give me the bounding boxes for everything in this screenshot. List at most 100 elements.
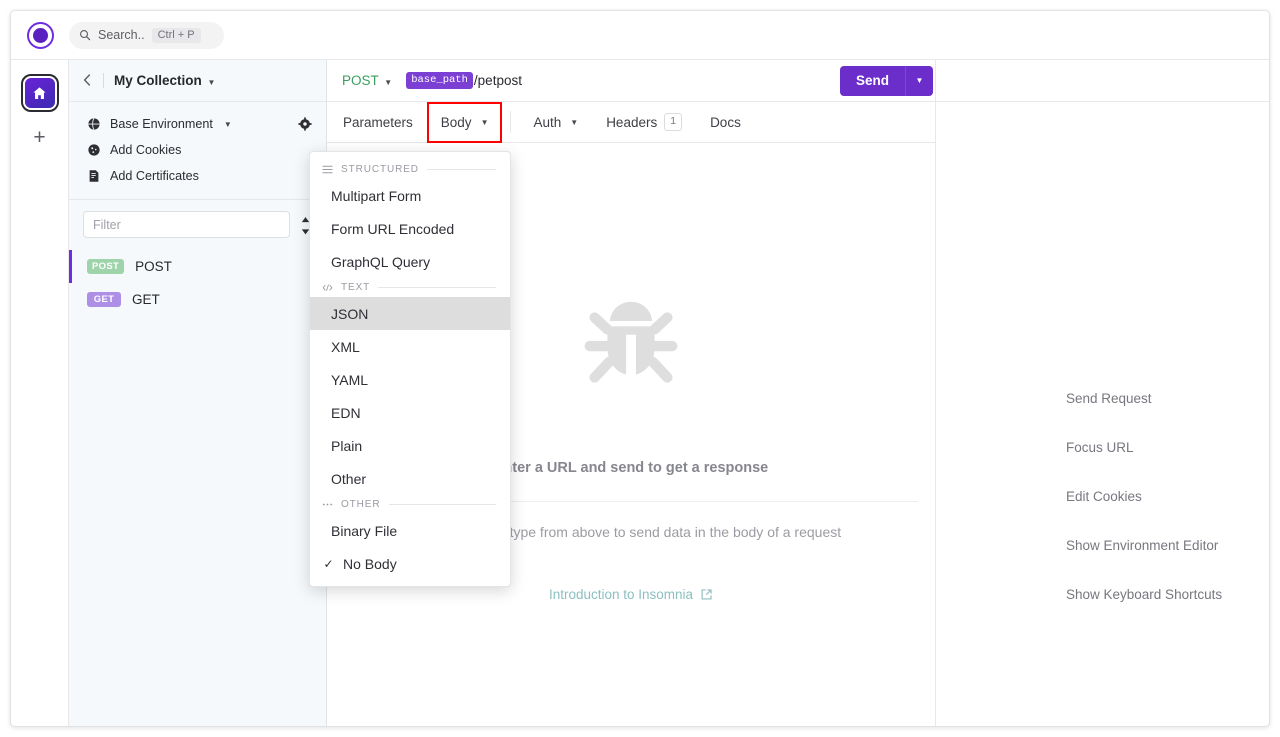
add-workspace-button[interactable]: + bbox=[27, 126, 53, 152]
url-bar: POST ▼ base_path /petpost Send ▼ bbox=[327, 60, 935, 102]
shortcut-show-keyboard-shortcuts: Show Keyboard Shortcuts bbox=[1066, 587, 1223, 602]
dropdown-section-text: TEXT bbox=[310, 278, 510, 297]
request-list: POST POST GET GET bbox=[69, 248, 326, 316]
gear-icon bbox=[298, 117, 312, 131]
chevron-down-icon: ▼ bbox=[480, 117, 489, 127]
environment-settings-button[interactable] bbox=[298, 117, 312, 131]
url-input[interactable]: base_path /petpost bbox=[406, 72, 522, 89]
search-input[interactable]: Search.. Ctrl + P bbox=[69, 21, 224, 49]
request-tabs: Parameters Body ▼ Auth ▼ Headers 1 Docs bbox=[327, 102, 935, 143]
ellipsis-icon bbox=[322, 503, 333, 506]
menu-item-multipart-form[interactable]: Multipart Form bbox=[310, 179, 510, 212]
tab-parameters[interactable]: Parameters bbox=[329, 102, 427, 142]
home-button-surface bbox=[24, 78, 55, 108]
tab-headers[interactable]: Headers 1 bbox=[592, 102, 696, 142]
menu-item-xml[interactable]: XML bbox=[310, 330, 510, 363]
bug-icon bbox=[584, 301, 678, 383]
send-options-button[interactable]: ▼ bbox=[905, 65, 933, 96]
section-rule bbox=[388, 504, 496, 505]
menu-item-other[interactable]: Other bbox=[310, 462, 510, 495]
url-path-text: /petpost bbox=[473, 73, 522, 88]
insomnia-logo-icon bbox=[26, 21, 54, 49]
method-selector[interactable]: POST ▼ bbox=[342, 73, 392, 88]
menu-item-json[interactable]: JSON bbox=[310, 297, 510, 330]
menu-item-yaml[interactable]: YAML bbox=[310, 363, 510, 396]
search-placeholder-text: Search.. bbox=[98, 28, 145, 42]
request-row-get[interactable]: GET GET bbox=[69, 283, 326, 316]
url-variable-chip: base_path bbox=[406, 72, 473, 89]
sidebar-item-label: Add Certificates bbox=[110, 169, 199, 183]
request-name: GET bbox=[132, 292, 160, 307]
menu-item-graphql-query[interactable]: GraphQL Query bbox=[310, 245, 510, 278]
sidebar-item-label: Add Cookies bbox=[110, 143, 182, 157]
app-logo bbox=[11, 21, 69, 49]
request-row-post[interactable]: POST POST bbox=[69, 250, 326, 283]
search-shortcut-badge: Ctrl + P bbox=[151, 27, 201, 43]
dropdown-section-structured: STRUCTURED bbox=[310, 160, 510, 179]
menu-item-edn[interactable]: EDN bbox=[310, 396, 510, 429]
left-rail: + bbox=[11, 60, 69, 726]
tab-divider bbox=[510, 111, 512, 133]
menu-item-plain[interactable]: Plain bbox=[310, 429, 510, 462]
section-rule bbox=[426, 169, 496, 170]
top-bar: Search.. Ctrl + P bbox=[11, 11, 1269, 60]
menu-item-label: No Body bbox=[343, 555, 397, 572]
tab-label: Auth bbox=[533, 114, 562, 130]
tab-auth[interactable]: Auth ▼ bbox=[519, 102, 592, 142]
section-rule bbox=[378, 287, 496, 288]
tab-label: Body bbox=[440, 114, 472, 130]
sidebar-header: My Collection ▼ bbox=[69, 60, 326, 102]
cookie-icon bbox=[88, 144, 100, 156]
tab-label: Parameters bbox=[343, 114, 413, 130]
sidebar-env-group: Base Environment ▼ Add Cookies Add Certi… bbox=[69, 102, 326, 200]
chevron-down-icon: ▼ bbox=[384, 78, 393, 87]
method-label: POST bbox=[342, 73, 379, 88]
introduction-link[interactable]: Introduction to Insomnia bbox=[549, 587, 713, 602]
collection-title[interactable]: My Collection ▼ bbox=[114, 73, 215, 88]
menu-item-no-body[interactable]: ✓ No Body bbox=[310, 547, 510, 580]
check-icon: ✓ bbox=[323, 556, 334, 571]
dropdown-section-label: STRUCTURED bbox=[341, 164, 419, 175]
introduction-link-label: Introduction to Insomnia bbox=[548, 587, 694, 602]
chevron-down-icon: ▼ bbox=[570, 117, 579, 127]
shortcut-hint-list: Send Request Focus URL Edit Cookies Show… bbox=[936, 102, 1269, 619]
shortcut-focus-url: Focus URL bbox=[1066, 440, 1134, 455]
headers-count-badge: 1 bbox=[664, 113, 683, 131]
method-badge: POST bbox=[87, 258, 125, 275]
body-type-dropdown-menu: STRUCTURED Multipart Form Form URL Encod… bbox=[309, 151, 511, 587]
sidebar-item-label: Base Environment bbox=[110, 117, 213, 131]
tab-body[interactable]: Body ▼ bbox=[426, 102, 503, 143]
empty-state-heading: Enter a URL and send to get a response bbox=[493, 460, 769, 476]
search-icon bbox=[80, 30, 91, 41]
tab-docs[interactable]: Docs bbox=[696, 102, 755, 142]
shortcut-edit-cookies: Edit Cookies bbox=[1066, 489, 1142, 504]
dropdown-section-label: TEXT bbox=[341, 282, 371, 293]
sidebar-item-add-cookies[interactable]: Add Cookies bbox=[69, 137, 326, 163]
chevron-down-icon: ▼ bbox=[223, 119, 232, 129]
menu-item-form-url-encoded[interactable]: Form URL Encoded bbox=[310, 212, 510, 245]
dropdown-section-other: OTHER bbox=[310, 495, 510, 514]
code-icon bbox=[322, 284, 333, 291]
filter-input[interactable] bbox=[83, 211, 290, 238]
shortcut-send-request: Send Request bbox=[1066, 391, 1152, 406]
globe-icon bbox=[88, 118, 100, 130]
tab-label: Headers bbox=[606, 114, 658, 130]
back-button[interactable] bbox=[83, 73, 93, 89]
menu-item-binary-file[interactable]: Binary File bbox=[310, 514, 510, 547]
send-button[interactable]: Send bbox=[840, 66, 905, 96]
sidebar: My Collection ▼ Base Environment ▼ Add C… bbox=[69, 60, 327, 726]
filter-row bbox=[69, 200, 326, 248]
home-button[interactable] bbox=[20, 74, 59, 112]
shortcut-show-environment-editor: Show Environment Editor bbox=[1066, 538, 1219, 553]
chevron-down-icon: ▼ bbox=[915, 76, 924, 85]
chevron-left-icon bbox=[83, 73, 91, 86]
response-pane: Send Request Focus URL Edit Cookies Show… bbox=[935, 60, 1269, 726]
send-button-group: Send ▼ bbox=[839, 65, 933, 96]
sidebar-item-base-environment[interactable]: Base Environment ▼ bbox=[69, 111, 326, 137]
collection-title-text: My Collection bbox=[114, 73, 202, 88]
method-badge: GET bbox=[87, 291, 121, 308]
sidebar-item-add-certificates[interactable]: Add Certificates bbox=[69, 163, 326, 189]
response-pane-header bbox=[936, 60, 1269, 102]
dropdown-section-label: OTHER bbox=[341, 499, 381, 510]
tab-label: Docs bbox=[710, 114, 741, 130]
